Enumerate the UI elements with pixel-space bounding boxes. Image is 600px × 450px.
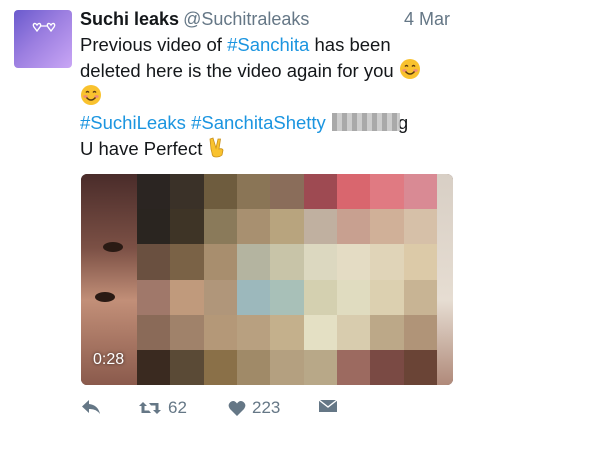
tweet-line-3: U have Perfect <box>80 136 450 162</box>
hashtag-suchileaks[interactable]: #SuchiLeaks <box>80 112 186 133</box>
heart-icon <box>228 400 246 416</box>
victory-hand-emoji <box>209 137 223 158</box>
pixel-tile <box>170 314 204 350</box>
text-segment: Previous video of <box>80 34 228 55</box>
text-segment: U have Perfect <box>80 138 208 159</box>
tweet-actions: 62 223 <box>80 398 360 422</box>
pixel-tile <box>170 349 204 385</box>
retweet-count: 62 <box>168 398 187 417</box>
pixel-tile <box>370 279 404 315</box>
pixel-tile <box>270 174 304 210</box>
pixel-tile <box>303 349 337 385</box>
pixel-tile <box>236 314 271 350</box>
pixel-tile <box>370 174 404 210</box>
direct-message-button[interactable] <box>318 398 338 414</box>
pixel-tile <box>336 209 371 245</box>
pixel-tile <box>336 314 371 350</box>
pixel-tile <box>137 279 171 315</box>
pixel-tile <box>403 244 437 280</box>
pixel-tile <box>370 314 404 350</box>
retweet-icon <box>139 402 161 414</box>
pixel-tile <box>270 209 304 245</box>
pixel-tile <box>403 279 437 315</box>
pixel-tile <box>270 279 304 315</box>
pixel-tile <box>137 244 171 280</box>
pixel-tile <box>137 209 171 245</box>
display-name[interactable]: Suchi leaks <box>80 9 179 29</box>
avatar[interactable] <box>14 10 72 68</box>
pixel-tile <box>170 209 204 245</box>
pixel-tile <box>203 244 237 280</box>
reply-button[interactable] <box>80 398 102 416</box>
pixel-tile <box>303 314 337 350</box>
smiling-face-emoji <box>81 85 101 105</box>
pixel-tile <box>170 174 204 210</box>
hashtag-sanchitashetty[interactable]: #SanchitaShetty <box>191 112 326 133</box>
hashtag-sanchita[interactable]: #Sanchita <box>227 34 309 55</box>
pixel-tile <box>303 279 337 315</box>
pixel-tile <box>403 314 437 350</box>
tweet-line-1: Previous video of #Sanchita has been del… <box>80 32 450 110</box>
pixel-tile <box>203 349 237 385</box>
pixel-tile <box>336 349 371 385</box>
pixel-tile <box>370 209 404 245</box>
like-button[interactable]: 223 <box>228 398 280 418</box>
pixel-tile <box>137 174 171 210</box>
redacted-text <box>331 113 400 131</box>
timestamp[interactable]: 4 Mar <box>404 9 450 30</box>
pixel-tile <box>336 174 371 210</box>
pixel-tile <box>170 279 204 315</box>
pixel-tile <box>137 314 171 350</box>
video-detail <box>103 242 123 252</box>
envelope-icon <box>318 399 338 412</box>
tweet-text: Previous video of #Sanchita has been del… <box>80 32 450 162</box>
pixel-tile <box>403 209 437 245</box>
pixel-tile <box>303 209 337 245</box>
pixel-tile <box>170 244 204 280</box>
smiling-face-emoji <box>399 59 420 79</box>
like-count: 223 <box>252 398 281 417</box>
pixel-tile <box>236 349 271 385</box>
heart-glasses-icon <box>32 22 56 33</box>
pixel-tile <box>303 174 337 210</box>
pixel-tile <box>403 174 437 210</box>
pixel-tile <box>370 349 404 385</box>
pixel-tile <box>203 279 237 315</box>
pixel-tile <box>303 244 337 280</box>
pixel-tile <box>236 209 271 245</box>
pixel-tile <box>370 244 404 280</box>
pixel-tile <box>137 349 171 385</box>
pixel-tile <box>270 314 304 350</box>
reply-icon <box>82 400 100 414</box>
user-handle[interactable]: @Suchitraleaks <box>183 9 309 29</box>
pixel-tile <box>203 174 237 210</box>
pixel-tile <box>236 174 271 210</box>
pixel-tile <box>336 279 371 315</box>
pixel-tile <box>203 314 237 350</box>
tweet-header: Suchi leaks @Suchitraleaks <box>80 9 309 30</box>
pixel-tile <box>403 349 437 385</box>
pixel-tile <box>203 209 237 245</box>
pixel-tile <box>270 244 304 280</box>
video-detail <box>95 292 115 302</box>
pixel-tile <box>236 279 271 315</box>
video-frame-edge <box>437 174 453 385</box>
pixel-tile <box>236 244 271 280</box>
pixel-tile <box>336 244 371 280</box>
video-duration: 0:28 <box>93 351 125 368</box>
video-thumbnail[interactable]: 0:28 <box>81 174 453 385</box>
pixelated-region <box>137 174 437 385</box>
tweet-line-2: #SuchiLeaks #SanchitaShetty g <box>80 110 450 136</box>
retweet-button[interactable]: 62 <box>138 398 187 418</box>
pixel-tile <box>270 349 304 385</box>
